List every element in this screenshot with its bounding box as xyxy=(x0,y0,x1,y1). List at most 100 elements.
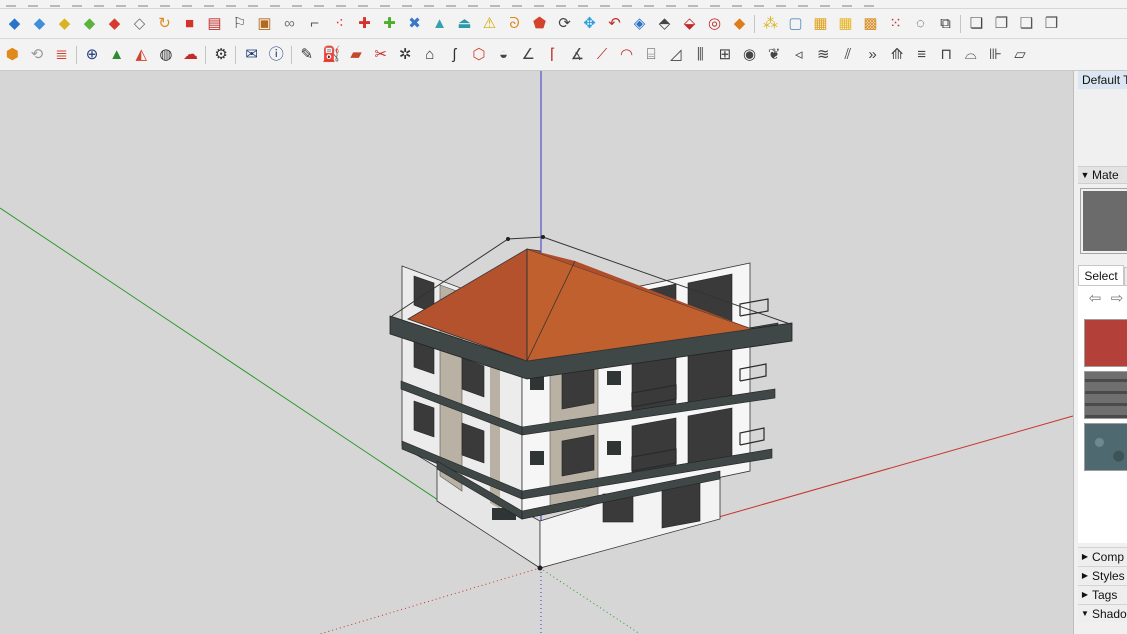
slant-icon[interactable]: ⫽ xyxy=(836,44,861,66)
columns-icon[interactable]: ⫼ xyxy=(688,44,713,66)
frame-icon[interactable]: ▢ xyxy=(783,13,808,35)
cloud-upload-icon[interactable]: ☁ xyxy=(178,44,203,66)
corner-icon[interactable]: ⌈ xyxy=(540,44,565,66)
paste-icon[interactable]: ❑ xyxy=(1014,13,1039,35)
wireframe-face-icon[interactable]: ◇ xyxy=(127,13,152,35)
follow-me-icon[interactable]: ↻ xyxy=(152,13,177,35)
red-cross-icon[interactable]: ✚ xyxy=(352,13,377,35)
grid-square-icon[interactable]: ▤ xyxy=(202,13,227,35)
mail-icon[interactable]: ✉ xyxy=(239,44,264,66)
tile-icon[interactable]: ⊞ xyxy=(713,44,738,66)
export-icon[interactable]: ⧉ xyxy=(933,13,958,35)
ring-icon[interactable]: ◎ xyxy=(702,13,727,35)
curve-icon[interactable]: ⌐ xyxy=(302,13,327,35)
green-cross-icon[interactable]: ✚ xyxy=(377,13,402,35)
facade-icon[interactable]: ⌸ xyxy=(639,44,664,66)
box-3d-icon[interactable]: ⬡ xyxy=(467,44,492,66)
dome-alt-icon[interactable]: ⌓ xyxy=(959,44,984,66)
yellow-grid-icon[interactable]: ▦ xyxy=(833,13,858,35)
material-swatch-roof-shingle[interactable] xyxy=(1084,371,1127,419)
info-icon[interactable]: ⓘ xyxy=(264,44,289,66)
refresh-icon[interactable]: ⟲ xyxy=(25,44,50,66)
partial-toolbar-icon xyxy=(314,1,324,7)
tree-icon[interactable]: ▲ xyxy=(104,44,129,66)
yellow-face-icon[interactable]: ◆ xyxy=(52,13,77,35)
push-icon[interactable]: ⬘ xyxy=(652,13,677,35)
rail-icon[interactable]: ≡ xyxy=(909,44,934,66)
materials-panel-header[interactable]: ▼ Mate xyxy=(1078,166,1127,184)
component-stack-icon[interactable]: ≣ xyxy=(49,44,74,66)
rotate-icon[interactable]: ⟳ xyxy=(552,13,577,35)
fence-icon[interactable]: ⊪ xyxy=(983,44,1008,66)
red-square-icon[interactable]: ■ xyxy=(177,13,202,35)
orange-box-icon[interactable]: ◆ xyxy=(727,13,752,35)
blue-x-icon[interactable]: ✖ xyxy=(402,13,427,35)
tab-select[interactable]: Select xyxy=(1078,265,1124,285)
slab-icon[interactable]: ▱ xyxy=(1008,44,1033,66)
arc-icon[interactable]: ◠ xyxy=(614,44,639,66)
layers-icon[interactable]: ❒ xyxy=(1039,13,1064,35)
undo-icon[interactable]: ↶ xyxy=(602,13,627,35)
polyline-icon[interactable]: ⁖ xyxy=(327,13,352,35)
solid-icon[interactable]: ◈ xyxy=(627,13,652,35)
flask-icon[interactable]: ⏏ xyxy=(452,13,477,35)
tray-title: Default T xyxy=(1078,71,1127,89)
angle-alt-icon[interactable]: ∡ xyxy=(565,44,590,66)
orange-cube-icon[interactable]: ⬢ xyxy=(0,44,25,66)
warning-icon[interactable]: ⚠ xyxy=(477,13,502,35)
hook-icon[interactable]: ʃ xyxy=(442,44,467,66)
tag-icon[interactable]: ⌂ xyxy=(418,44,443,66)
sphere-icon[interactable]: ◉ xyxy=(737,44,762,66)
model-viewport[interactable] xyxy=(0,71,1073,634)
terrain-icon[interactable]: ◭ xyxy=(129,44,154,66)
double-chevron-icon[interactable]: » xyxy=(860,44,885,66)
scissors-icon[interactable]: ✂ xyxy=(368,44,393,66)
ramp-icon[interactable]: ⟰ xyxy=(885,44,910,66)
collapse-triangle-icon: ▼ xyxy=(1080,170,1090,180)
orange-grid-icon[interactable]: ▩ xyxy=(858,13,883,35)
styles-panel-header[interactable]: ▶ Styles xyxy=(1078,566,1127,584)
forward-arrow-icon[interactable]: ⇨ xyxy=(1108,290,1126,308)
checker-sphere-icon[interactable]: ◍ xyxy=(154,44,179,66)
building-model[interactable] xyxy=(389,235,793,571)
move-icon[interactable]: ✥ xyxy=(577,13,602,35)
shape-tool-icon[interactable]: ⬟ xyxy=(527,13,552,35)
hatch-square-icon[interactable]: ▦ xyxy=(808,13,833,35)
cog-icon[interactable]: ✲ xyxy=(393,44,418,66)
flag-icon[interactable]: ⚐ xyxy=(227,13,252,35)
shadows-panel-header[interactable]: ▼ Shado xyxy=(1078,604,1127,622)
red-face-icon[interactable]: ◆ xyxy=(102,13,127,35)
chevron-left-icon[interactable]: ◃ xyxy=(786,44,811,66)
link-icon[interactable]: ∞ xyxy=(277,13,302,35)
blue-box-icon[interactable]: ◆ xyxy=(2,13,27,35)
copy-icon[interactable]: ❐ xyxy=(989,13,1014,35)
material-swatch-red-tile[interactable] xyxy=(1084,319,1127,367)
extension-gear-icon[interactable]: ⚙ xyxy=(209,44,234,66)
line-tool-icon[interactable]: ⟋ xyxy=(590,44,615,66)
dotted-arc-icon[interactable]: ◌ xyxy=(908,13,933,35)
blue-face-icon[interactable]: ◆ xyxy=(27,13,52,35)
material-swatch-stone-texture[interactable] xyxy=(1084,423,1127,471)
green-face-icon[interactable]: ◆ xyxy=(77,13,102,35)
pull-icon[interactable]: ⬙ xyxy=(677,13,702,35)
wedge-icon[interactable]: ◿ xyxy=(663,44,688,66)
bench-icon[interactable]: ⊓ xyxy=(934,44,959,66)
dome-icon[interactable]: ◒ xyxy=(491,44,516,66)
box-open-icon[interactable]: ▣ xyxy=(252,13,277,35)
cone-icon[interactable]: ▲ xyxy=(427,13,452,35)
expand-triangle-icon: ▶ xyxy=(1081,570,1089,580)
dots-grid-icon[interactable]: ⁂ xyxy=(758,13,783,35)
stack-icon[interactable]: ❏ xyxy=(964,13,989,35)
angle-icon[interactable]: ∠ xyxy=(516,44,541,66)
components-panel-header[interactable]: ▶ Comp xyxy=(1078,547,1127,565)
tags-panel-header[interactable]: ▶ Tags xyxy=(1078,585,1127,603)
back-arrow-icon[interactable]: ⇦ xyxy=(1086,290,1104,308)
stairs-icon[interactable]: ≋ xyxy=(811,44,836,66)
scatter-x-icon[interactable]: ⁙ xyxy=(883,13,908,35)
brick-icon[interactable]: ▰ xyxy=(344,44,369,66)
spiral-icon[interactable]: ᘐ xyxy=(502,13,527,35)
leaf-icon[interactable]: ❦ xyxy=(762,44,787,66)
paint-bucket-icon[interactable]: ⛽ xyxy=(319,44,344,66)
add-circle-icon[interactable]: ⊕ xyxy=(80,44,105,66)
pencil-cut-icon[interactable]: ✎ xyxy=(295,44,320,66)
